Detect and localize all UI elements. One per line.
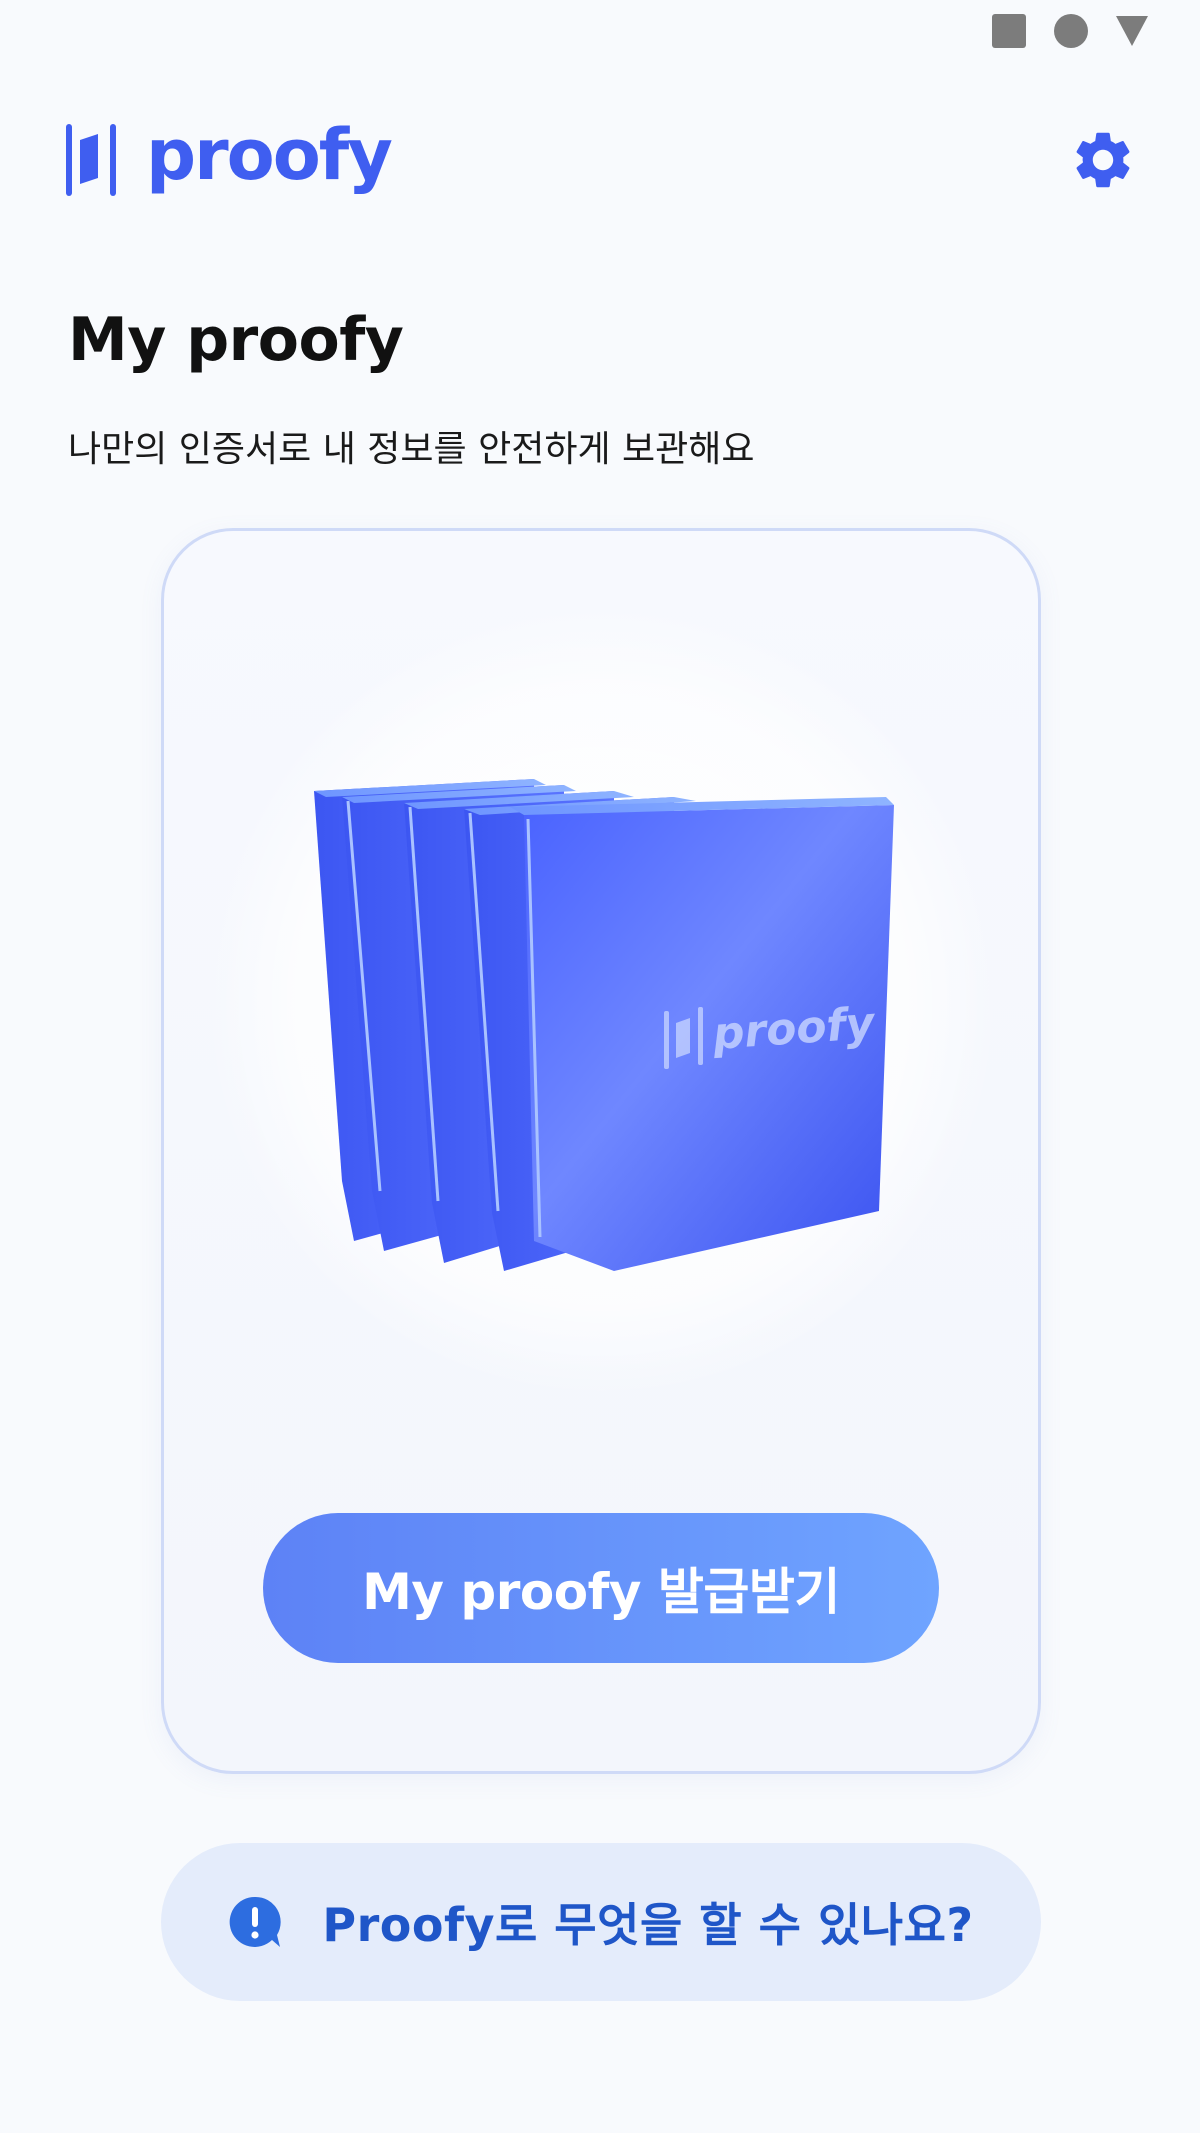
status-bar <box>992 14 1148 48</box>
header: proofy <box>66 118 1134 202</box>
help-button[interactable]: Proofy로 무엇을 할 수 있나요? <box>161 1843 1041 2001</box>
proofy-card: proofy My proofy 발급받기 <box>161 528 1041 1774</box>
circle-icon <box>1054 14 1088 48</box>
logo-text: proofy <box>146 114 393 196</box>
square-icon <box>992 14 1026 48</box>
proofy-cube-illustration: proofy <box>314 779 894 1271</box>
gear-icon <box>1076 132 1130 188</box>
settings-button[interactable] <box>1066 123 1140 197</box>
page-subtitle: 나만의 인증서로 내 정보를 안전하게 보관해요 <box>68 429 755 470</box>
issue-proofy-button[interactable]: My proofy 발급받기 <box>263 1513 939 1663</box>
screen: proofy My proofy 나만의 인증서로 내 정보를 안전하게 보관해… <box>0 0 1200 2133</box>
help-label: Proofy로 무엇을 할 수 있나요? <box>322 1898 974 1952</box>
proofy-logo-icon <box>66 124 116 196</box>
logo: proofy <box>66 114 393 200</box>
triangle-icon <box>1116 16 1148 46</box>
page-title: My proofy <box>68 305 404 375</box>
question-bubble-icon <box>230 1896 282 1947</box>
